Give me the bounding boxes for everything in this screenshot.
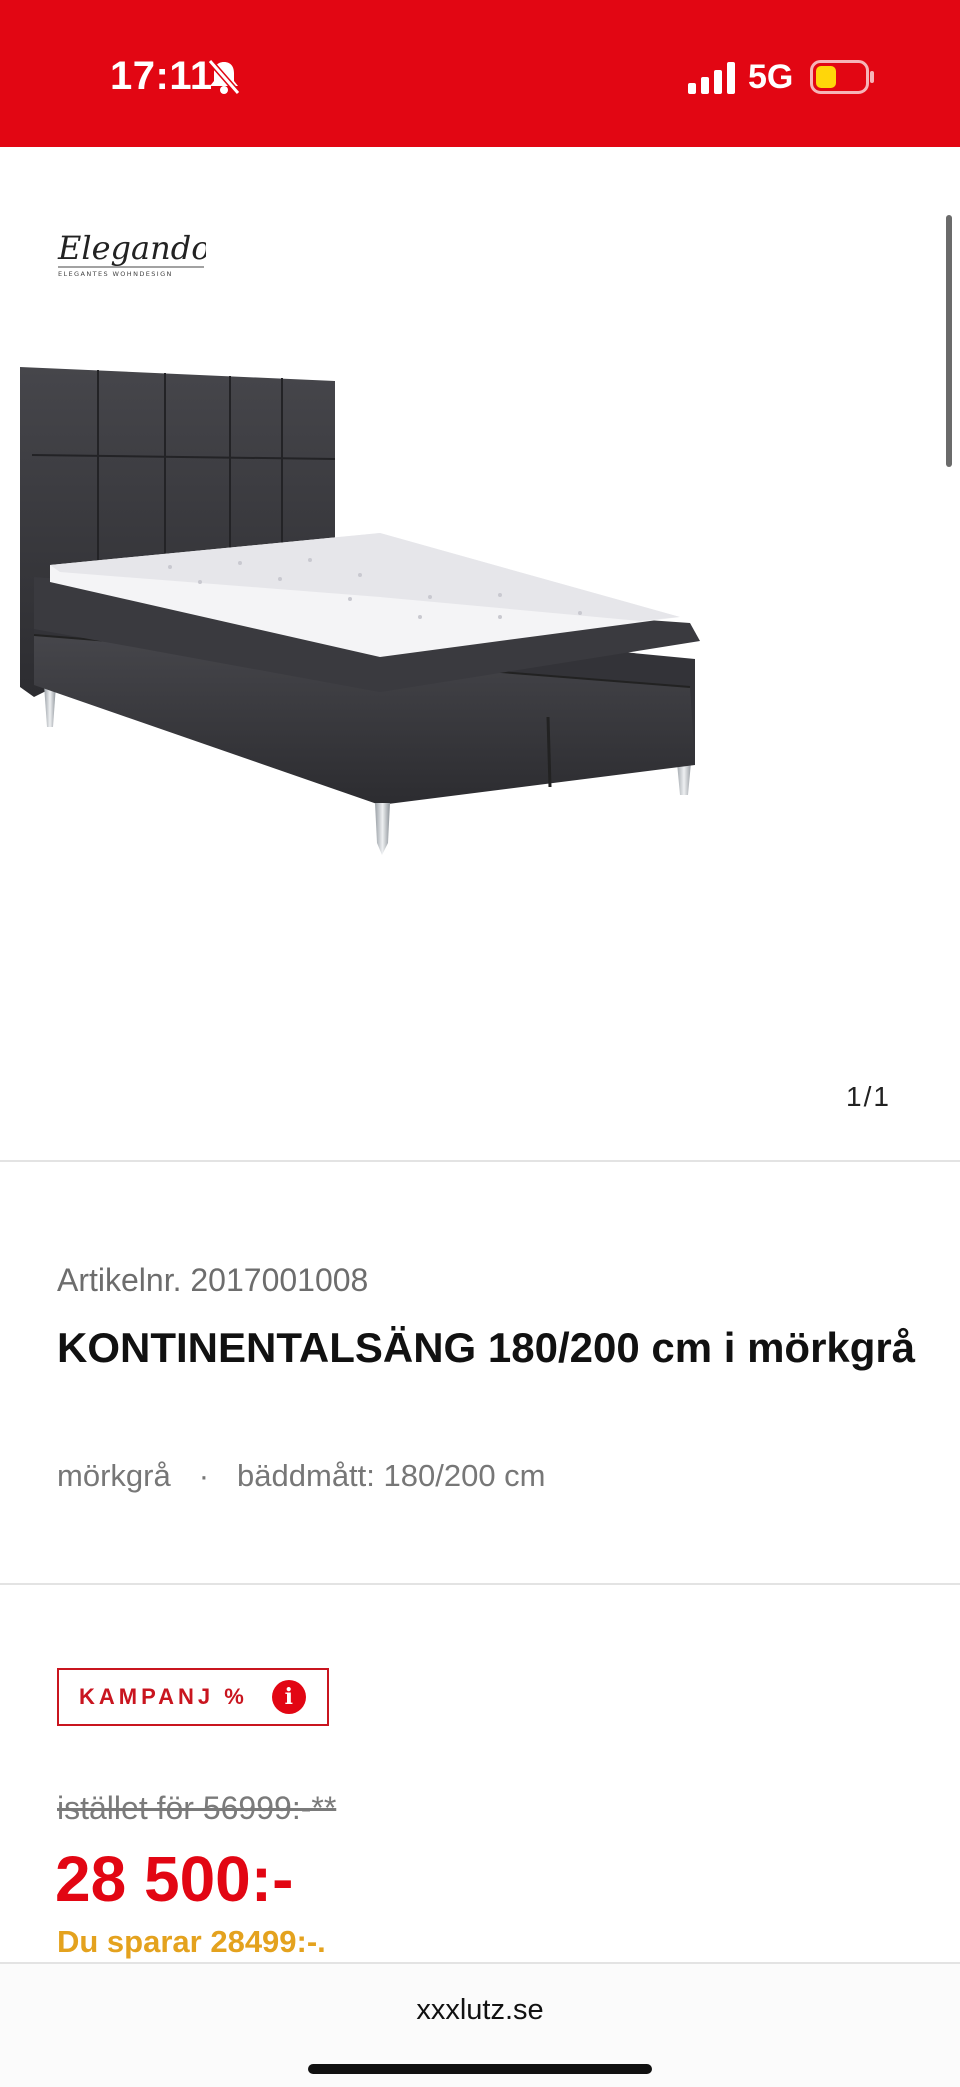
current-price: 28 500:- <box>55 1843 294 1915</box>
svg-text:Elegando: Elegando <box>57 229 206 267</box>
status-time: 17:11 <box>110 54 213 98</box>
variant-line: mörkgrå · bäddmått: 180/200 cm <box>57 1458 546 1494</box>
url-bar[interactable]: xxxlutz.se <box>0 1994 960 2027</box>
savings-label: Du sparar 28499:-. <box>57 1924 326 1959</box>
variant-size: bäddmått: 180/200 cm <box>237 1458 546 1493</box>
svg-text:ELEGANTES WOHNDESIGN: ELEGANTES WOHNDESIGN <box>58 270 173 278</box>
scroll-indicator[interactable] <box>946 215 952 467</box>
product-image-bed[interactable] <box>20 367 935 987</box>
product-gallery[interactable]: Elegando ELEGANTES WOHNDESIGN 1/1 <box>0 147 960 1160</box>
divider <box>0 1160 960 1162</box>
bell-slash-icon <box>207 59 241 95</box>
variant-color: mörkgrå <box>57 1458 171 1493</box>
brand-logo: Elegando ELEGANTES WOHNDESIGN <box>57 229 206 278</box>
old-price: istället för 56999:-** <box>57 1790 337 1826</box>
image-counter: 1/1 <box>846 1081 891 1112</box>
variant-separator: · <box>198 1458 210 1493</box>
product-title-rest: 180/200 cm i mörkgrå <box>487 1324 916 1371</box>
campaign-label: KAMPANJ % <box>79 1684 248 1709</box>
browser-bottom-bar: xxxlutz.se <box>0 1962 960 2087</box>
campaign-badge[interactable]: KAMPANJ % i <box>57 1668 329 1726</box>
article-number: Artikelnr. 2017001008 <box>57 1262 369 1298</box>
network-label: 5G <box>748 58 794 96</box>
status-bar: 17:11 5G <box>0 0 960 147</box>
battery-low-power-icon <box>810 60 874 94</box>
info-icon[interactable]: i <box>271 1680 306 1714</box>
product-title: KONTINENTALSÄNG 180/200 cm i mörkgrå <box>57 1318 917 1378</box>
divider <box>0 1583 960 1585</box>
home-indicator[interactable] <box>308 2064 652 2074</box>
cellular-signal-icon <box>688 62 735 94</box>
product-title-bold: KONTINENTALSÄNG <box>57 1324 477 1371</box>
